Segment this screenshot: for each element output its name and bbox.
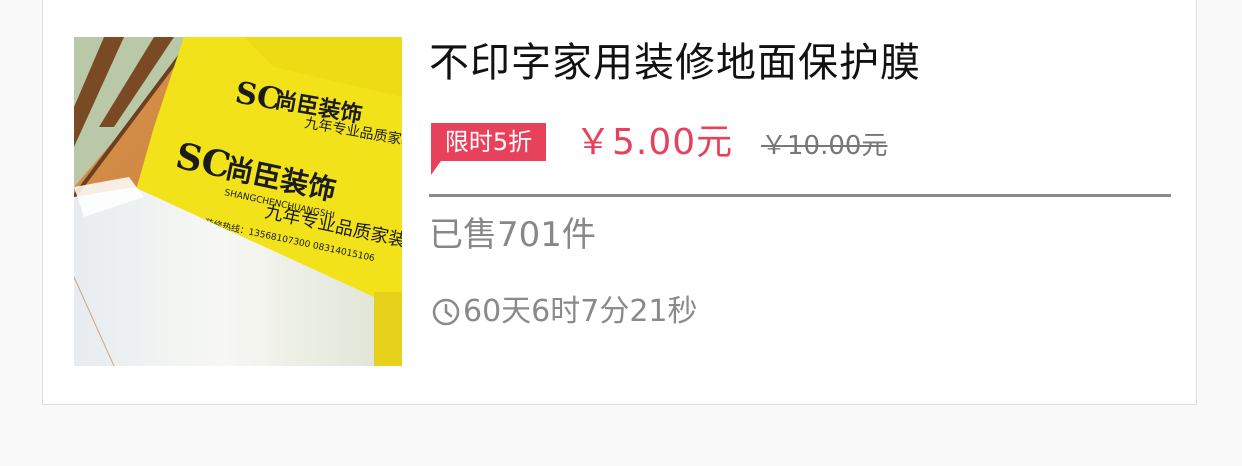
promo-badge-label: 限时5折 [431, 123, 546, 161]
sale-price: ￥5.00元 [575, 122, 734, 163]
divider [429, 194, 1171, 197]
clock-icon [431, 297, 461, 327]
product-image[interactable]: SC 尚臣装饰 SC 尚臣装饰 SHANGCHENCHUANGSHI 九年专业品… [74, 37, 402, 366]
countdown-text: 60天6时7分21秒 [463, 294, 698, 329]
product-card[interactable]: SC 尚臣装饰 SC 尚臣装饰 SHANGCHENCHUANGSHI 九年专业品… [42, 0, 1197, 405]
sold-count: 已售701件 [429, 215, 596, 255]
promo-badge-tail [431, 161, 441, 175]
promo-badge: 限时5折 [431, 123, 546, 175]
countdown-timer: 60天6时7分21秒 [431, 293, 698, 331]
original-price: ￥10.00元 [761, 131, 888, 161]
product-title[interactable]: 不印字家用装修地面保护膜 [429, 39, 921, 87]
product-photo: SC 尚臣装饰 SC 尚臣装饰 SHANGCHENCHUANGSHI 九年专业品… [74, 37, 402, 366]
